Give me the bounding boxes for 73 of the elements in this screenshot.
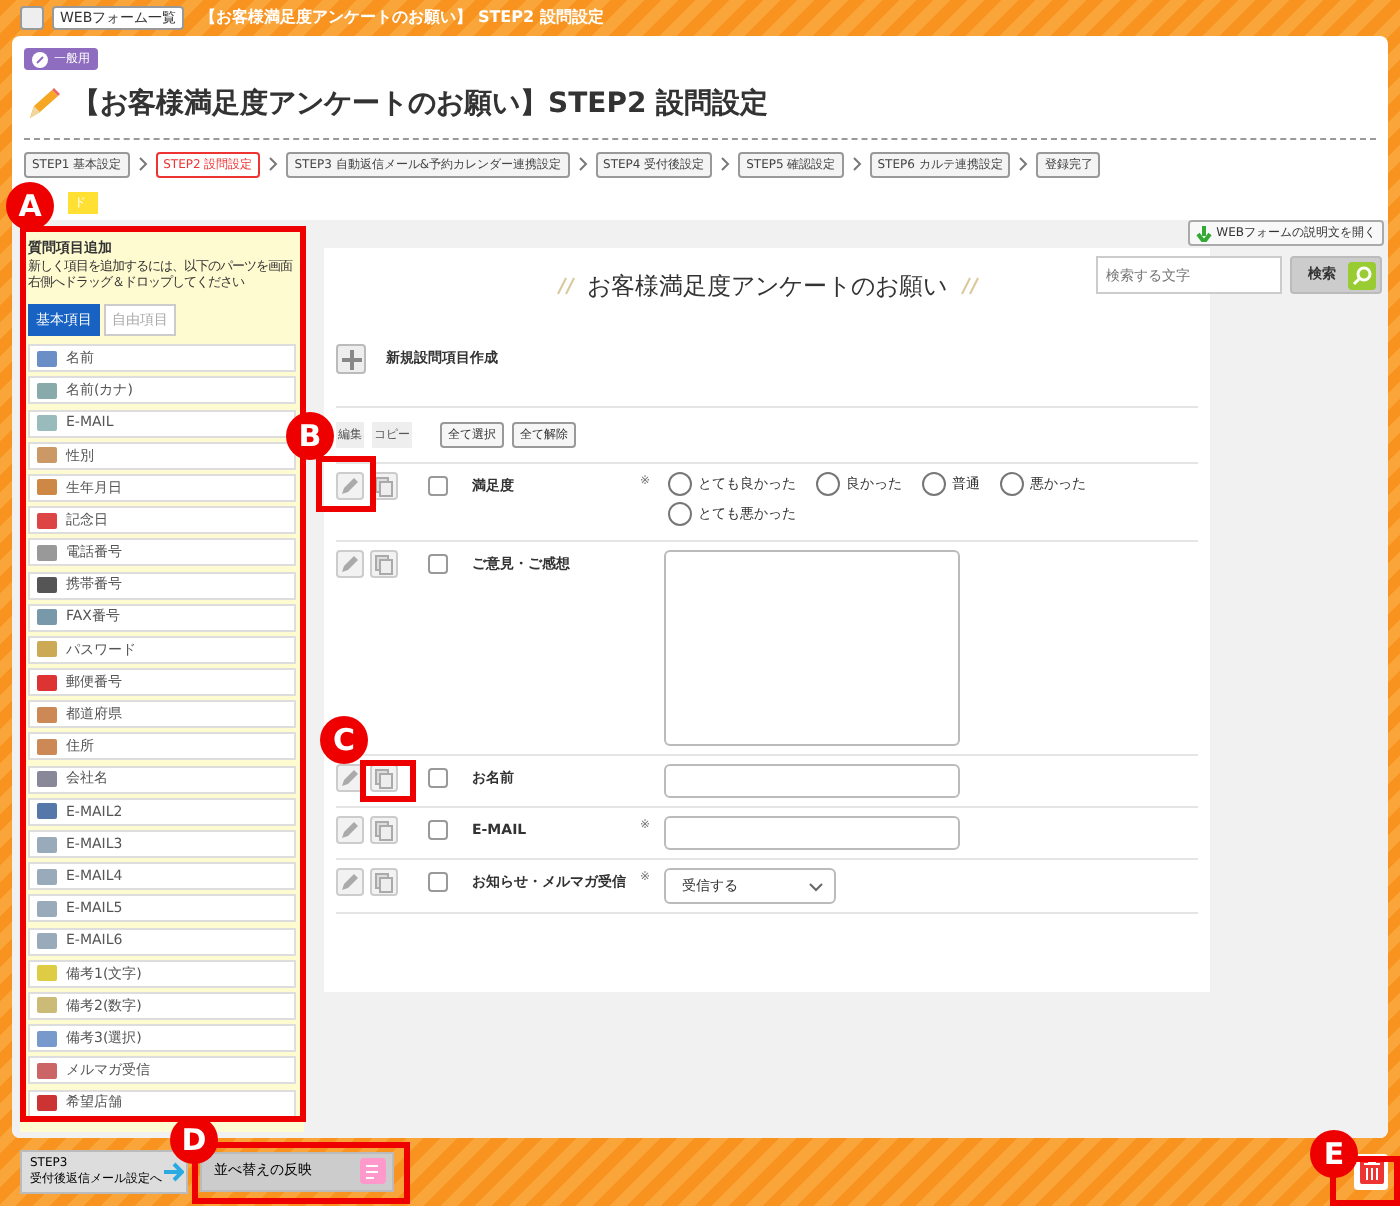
edit-button[interactable]	[336, 472, 364, 500]
copy-icon	[374, 871, 394, 893]
field-icon	[36, 509, 58, 532]
copy-button[interactable]	[370, 816, 398, 844]
field-icon	[36, 897, 58, 920]
annotation-frame	[316, 456, 376, 512]
text-field[interactable]	[664, 816, 960, 850]
copy-icon	[374, 819, 394, 841]
field-icon	[36, 379, 58, 402]
copy-button[interactable]	[370, 764, 398, 792]
deco-icon	[555, 274, 575, 298]
chevron-icon	[720, 155, 731, 172]
copy-icon	[374, 767, 394, 789]
chevron-icon	[1018, 155, 1029, 172]
pencil-icon	[24, 87, 60, 121]
field-icon	[36, 1059, 58, 1082]
down-arrow-icon	[1196, 225, 1213, 241]
row-checkbox[interactable]	[428, 872, 448, 892]
plus-icon	[341, 349, 361, 369]
field-icon	[36, 1027, 58, 1050]
annotation-frame	[360, 760, 416, 802]
field-icon	[36, 930, 58, 953]
copy-icon	[374, 553, 394, 575]
field-icon	[36, 671, 58, 694]
field-icon	[36, 638, 58, 661]
field-icon	[36, 574, 58, 596]
chevron-icon	[577, 155, 588, 172]
field-icon	[36, 703, 58, 726]
field-icon	[36, 347, 58, 370]
edit-button[interactable]	[336, 816, 364, 844]
chevron-icon	[137, 155, 148, 172]
field-icon	[36, 865, 58, 888]
field-icon	[36, 444, 58, 467]
form-title: お客様満足度アンケートのお願い	[587, 270, 947, 304]
deco-icon	[959, 274, 979, 298]
field-icon	[36, 800, 58, 823]
row-checkbox[interactable]	[428, 768, 448, 788]
field-icon	[36, 412, 58, 435]
chevron-icon	[268, 155, 279, 172]
sort-icon	[360, 1158, 386, 1184]
field-icon	[36, 1092, 58, 1114]
pencil-icon	[340, 768, 360, 788]
copy-button[interactable]	[370, 868, 398, 896]
arrow-icon	[164, 1161, 184, 1181]
field-icon	[36, 994, 58, 1017]
chevron-icon	[851, 155, 862, 172]
pencil-icon	[340, 476, 360, 496]
copy-icon	[374, 475, 394, 497]
pencil-icon	[340, 872, 360, 892]
text-field[interactable]	[664, 764, 960, 798]
pencil-icon	[340, 820, 360, 840]
caret-icon	[808, 879, 824, 893]
textarea-field[interactable]	[664, 550, 960, 746]
page-title: 【お客様満足度アンケートのお願い】STEP2 設問設定	[72, 85, 769, 123]
edit-icon	[32, 51, 48, 67]
row-checkbox[interactable]	[428, 476, 448, 496]
add-button[interactable]	[336, 344, 366, 374]
edit-button[interactable]	[336, 550, 364, 578]
annotation-marker: E	[1310, 1130, 1358, 1178]
field-icon	[36, 768, 58, 791]
pencil-icon	[340, 554, 360, 574]
field-icon	[36, 541, 58, 564]
copy-button[interactable]	[370, 550, 398, 578]
field-icon	[36, 476, 58, 499]
row-checkbox[interactable]	[428, 554, 448, 574]
edit-button[interactable]	[336, 868, 364, 896]
field-icon	[36, 606, 58, 629]
field-icon	[36, 735, 58, 758]
field-icon	[36, 962, 58, 985]
breadcrumb-current: 【お客様満足度アンケートのお願い】 STEP2 設問設定	[200, 6, 604, 30]
row-checkbox[interactable]	[428, 820, 448, 840]
field-icon	[36, 833, 58, 855]
search-icon	[1348, 261, 1376, 289]
